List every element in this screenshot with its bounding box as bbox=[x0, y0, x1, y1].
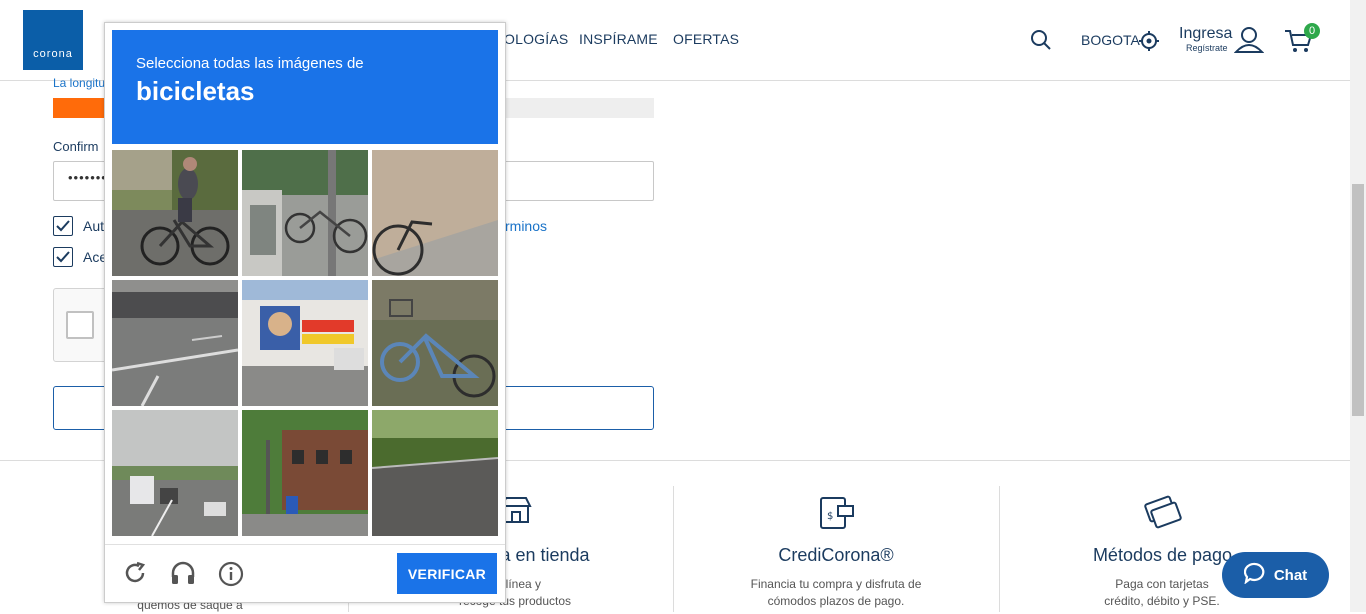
footer-credicorona-title: CrediCorona® bbox=[778, 545, 894, 565]
scrollbar-thumb[interactable] bbox=[1352, 184, 1364, 416]
logo-text: corona bbox=[33, 48, 73, 60]
recaptcha-instruction-text: Selecciona todas las imágenes de bbox=[136, 55, 364, 72]
captcha-tile[interactable] bbox=[242, 410, 368, 536]
chat-label: Chat bbox=[1273, 566, 1308, 584]
recaptcha-instructions: Selecciona todas las imágenes de bicicle… bbox=[112, 30, 498, 144]
user-icon[interactable] bbox=[1233, 26, 1265, 59]
chat-button[interactable]: Chat bbox=[1222, 552, 1329, 598]
captcha-tile[interactable] bbox=[372, 150, 498, 276]
nav-item-tecnologias[interactable]: OLOGÍAS bbox=[504, 31, 568, 47]
reload-icon[interactable] bbox=[123, 561, 147, 590]
recaptcha-target-object: bicicletas bbox=[136, 76, 255, 106]
search-icon[interactable] bbox=[1030, 29, 1052, 56]
footer-payment-text-1: Paga con tarjetas bbox=[1115, 577, 1209, 591]
login-link[interactable]: Ingresa bbox=[1179, 25, 1232, 43]
terms-link[interactable]: rminos bbox=[505, 218, 547, 234]
password-length-hint: La longitu bbox=[53, 76, 106, 90]
footer-column-divider bbox=[673, 486, 674, 612]
recaptcha-footer-divider bbox=[105, 544, 505, 545]
captcha-tile[interactable] bbox=[112, 410, 238, 536]
accept-terms-checkbox[interactable] bbox=[53, 247, 73, 267]
footer-credicorona-text-1: Financia tu compra y disfruta de bbox=[750, 577, 922, 591]
captcha-tile[interactable] bbox=[242, 150, 368, 276]
authorize-label: Aut bbox=[83, 218, 105, 234]
captcha-tile[interactable] bbox=[112, 150, 238, 276]
verify-button[interactable]: VERIFICAR bbox=[397, 553, 497, 594]
credit-icon: $ bbox=[818, 492, 856, 535]
register-link[interactable]: Regístrate bbox=[1186, 43, 1228, 53]
password-strength-bar bbox=[53, 98, 105, 118]
footer-credicorona-text-2: cómodos plazos de pago. bbox=[767, 594, 905, 608]
captcha-tile[interactable] bbox=[112, 280, 238, 406]
footer-payment-title: Métodos de pago bbox=[1092, 545, 1233, 565]
corona-logo[interactable]: corona bbox=[23, 10, 83, 70]
audio-challenge-icon[interactable] bbox=[170, 561, 196, 592]
info-icon[interactable] bbox=[218, 561, 244, 592]
nav-item-ofertas[interactable]: OFERTAS bbox=[673, 31, 739, 47]
nav-item-inspirame[interactable]: INSPÍRAME bbox=[579, 31, 658, 47]
captcha-tile[interactable] bbox=[372, 280, 498, 406]
footer-column-divider bbox=[999, 486, 1000, 612]
captcha-tile[interactable] bbox=[242, 280, 368, 406]
location-icon[interactable] bbox=[1138, 30, 1160, 57]
captcha-tile[interactable] bbox=[372, 410, 498, 536]
recaptcha-checkbox[interactable] bbox=[66, 311, 94, 339]
authorize-checkbox[interactable] bbox=[53, 216, 73, 236]
chat-bubble-icon bbox=[1243, 562, 1266, 588]
confirm-password-label: Confirm bbox=[53, 139, 99, 154]
footer-payment-text-2: crédito, débito y PSE. bbox=[1104, 594, 1220, 608]
cards-icon bbox=[1141, 492, 1185, 535]
cart-count-badge: 0 bbox=[1304, 23, 1320, 39]
password-strength-track bbox=[505, 98, 654, 118]
city-selector[interactable]: BOGOTA bbox=[1081, 32, 1140, 48]
svg-text:$: $ bbox=[827, 511, 833, 522]
